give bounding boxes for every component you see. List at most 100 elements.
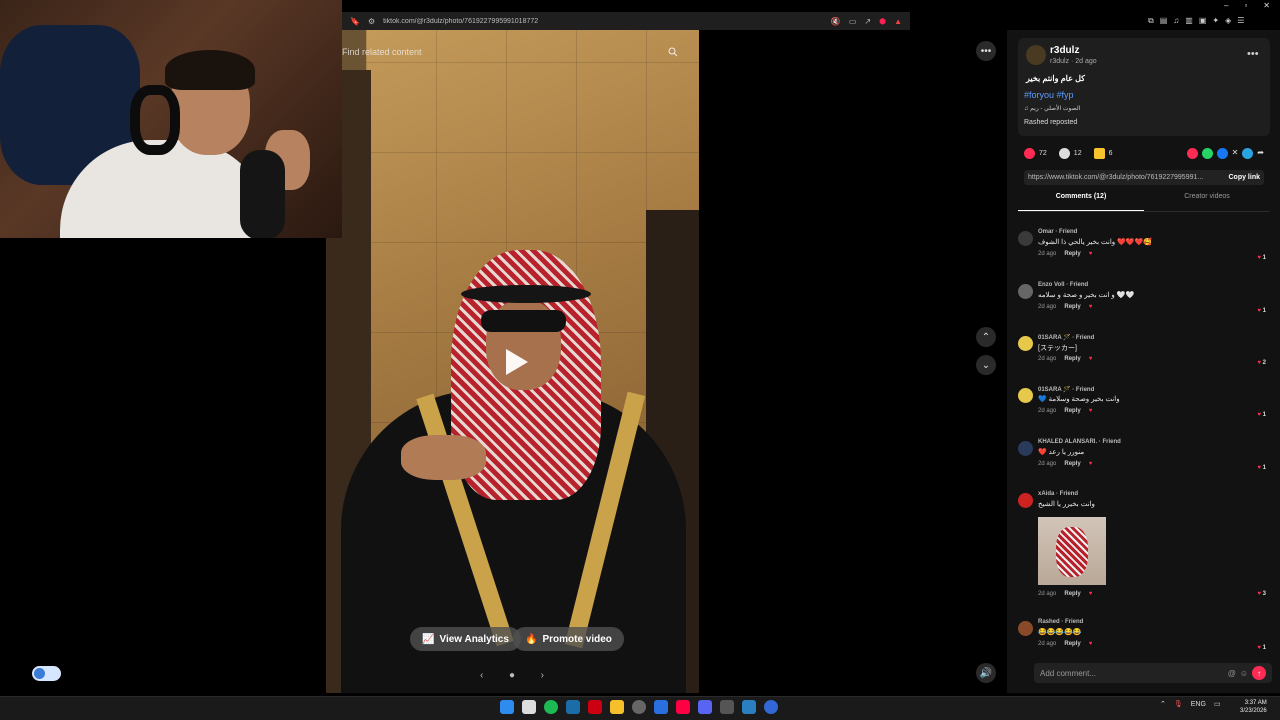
repost-icon[interactable]	[1186, 147, 1198, 159]
windows-start-icon[interactable]	[500, 700, 514, 714]
clock[interactable]: 3:37 AM 3/23/2026	[1240, 699, 1267, 715]
facebook-icon[interactable]	[1216, 147, 1228, 159]
calculator-icon[interactable]	[720, 700, 734, 714]
comment-like-button[interactable]: ♥	[1089, 641, 1093, 647]
previous-video-button[interactable]: ⌃	[976, 327, 996, 347]
tab-creator-videos[interactable]: Creator videos	[1144, 193, 1270, 211]
comment-likes[interactable]: ♥ 2	[1257, 360, 1266, 366]
post-link[interactable]: https://www.tiktok.com/@r3dulz/photo/761…	[1028, 174, 1203, 181]
comment-likes[interactable]: ♥ 3	[1257, 591, 1266, 597]
comment-like-button[interactable]: ♥	[1089, 461, 1093, 467]
comment-like-button[interactable]: ♥	[1089, 251, 1093, 257]
reply-button[interactable]: Reply	[1064, 304, 1080, 310]
vpn-icon[interactable]: ◈	[1225, 16, 1231, 26]
comment-like-button[interactable]: ♥	[1089, 356, 1093, 362]
reply-button[interactable]: Reply	[1064, 591, 1080, 597]
commenter-name[interactable]: KHALED ALANSARI. · Friend	[1038, 439, 1121, 445]
commenter-name[interactable]: Enzo Voll · Friend	[1038, 282, 1088, 288]
comment-input[interactable]: Add comment...	[1040, 669, 1224, 678]
next-photo-icon[interactable]: ›	[541, 670, 544, 681]
bookmark-icon[interactable]: 🔖	[350, 17, 360, 26]
brave-icon[interactable]	[676, 700, 690, 714]
close-icon[interactable]: ✕	[1263, 1, 1270, 10]
commenter-name[interactable]: xAida · Friend	[1038, 491, 1078, 497]
sparkle-icon[interactable]: ✦	[1212, 16, 1219, 26]
panel-icon[interactable]: ▥	[1185, 16, 1193, 26]
commenter-name[interactable]: Omar · Friend	[1038, 229, 1077, 235]
comment-likes[interactable]: ♥ 1	[1257, 255, 1266, 261]
post-sound[interactable]: ♫ الصوت الأصلي - ريم	[1024, 105, 1080, 112]
rewards-icon[interactable]: ▲	[894, 17, 902, 26]
send-icon[interactable]: ↑	[1252, 666, 1266, 680]
tab-comments[interactable]: Comments (12)	[1018, 193, 1144, 211]
play-icon[interactable]	[500, 347, 530, 377]
extension-icon[interactable]: ⧉	[1148, 16, 1154, 26]
commenter-avatar[interactable]	[1018, 388, 1033, 403]
language-indicator[interactable]: ENG	[1191, 701, 1206, 708]
view-analytics-button[interactable]: 📈 View Analytics	[410, 627, 521, 651]
comment-likes[interactable]: ♥ 1	[1257, 645, 1266, 651]
related-search[interactable]: Find related content	[342, 44, 686, 60]
search-icon[interactable]	[668, 47, 678, 57]
comment-input-bar[interactable]: Add comment... @ ☺ ↑	[1034, 663, 1272, 683]
whatsapp-icon[interactable]	[1201, 147, 1213, 159]
chevron-up-icon[interactable]: ⌃	[1160, 700, 1166, 708]
commenter-name[interactable]: 01SARA 🪄 · Friend	[1038, 334, 1094, 341]
comment-like-button[interactable]: ♥	[1089, 408, 1093, 414]
share-icon[interactable]: ↗	[864, 17, 871, 26]
next-video-button[interactable]: ⌄	[976, 355, 996, 375]
chrome-icon[interactable]	[764, 700, 778, 714]
commenter-avatar[interactable]	[1018, 231, 1033, 246]
comment-likes[interactable]: ♥ 1	[1257, 465, 1266, 471]
steam-icon[interactable]	[566, 700, 580, 714]
commenter-avatar[interactable]	[1018, 284, 1033, 299]
reply-button[interactable]: Reply	[1064, 408, 1080, 414]
cast-icon[interactable]: ▭	[849, 17, 857, 26]
folder-icon[interactable]	[610, 700, 624, 714]
save-button[interactable]: 6	[1093, 147, 1113, 159]
commenter-name[interactable]: Rashed · Friend	[1038, 619, 1083, 625]
comment-image[interactable]	[1038, 517, 1106, 585]
comment-likes[interactable]: ♥ 1	[1257, 412, 1266, 418]
copy-link-button[interactable]: Copy link	[1228, 174, 1260, 181]
url-field[interactable]: tiktok.com/@r3dulz/photo/761922799599101…	[383, 18, 823, 25]
forward-icon[interactable]: ➦	[1257, 148, 1264, 159]
commenter-name[interactable]: 01SARA 🪄 · Friend	[1038, 386, 1094, 393]
prev-photo-icon[interactable]: ‹	[480, 670, 483, 681]
steam-alt-icon[interactable]	[742, 700, 756, 714]
app-blue-icon[interactable]	[654, 700, 668, 714]
post-hashtags[interactable]: #foryou #fyp	[1024, 90, 1074, 100]
github-icon[interactable]	[632, 700, 646, 714]
reply-button[interactable]: Reply	[1064, 461, 1080, 467]
wallet-icon[interactable]: ▣	[1199, 16, 1207, 26]
minimize-icon[interactable]: –	[1224, 1, 1228, 10]
commenter-avatar[interactable]	[1018, 336, 1033, 351]
overlay-toggle[interactable]	[32, 666, 61, 681]
sidebar-icon[interactable]: ▤	[1160, 16, 1168, 26]
comment-button[interactable]: 12	[1058, 147, 1082, 159]
menu-icon[interactable]: ☰	[1237, 16, 1244, 26]
mention-icon[interactable]: @	[1228, 669, 1236, 678]
discord-icon[interactable]	[698, 700, 712, 714]
like-button[interactable]: 72	[1024, 147, 1047, 159]
commenter-avatar[interactable]	[1018, 493, 1033, 508]
comment-like-button[interactable]: ♥	[1089, 591, 1093, 597]
comment-like-button[interactable]: ♥	[1089, 304, 1093, 310]
comment-likes[interactable]: ♥ 1	[1257, 308, 1266, 314]
author-name[interactable]: r3dulz	[1050, 45, 1079, 56]
commenter-avatar[interactable]	[1018, 441, 1033, 456]
post-more-icon[interactable]: •••	[1247, 48, 1259, 60]
mute-tab-icon[interactable]: 🔇	[831, 17, 841, 26]
music-icon[interactable]: ♫	[1173, 16, 1179, 26]
reply-button[interactable]: Reply	[1064, 641, 1080, 647]
calendar-icon[interactable]	[522, 700, 536, 714]
x-icon[interactable]: ✕	[1232, 148, 1239, 159]
more-options-button[interactable]: •••	[976, 41, 996, 61]
volume-button[interactable]: 🔊	[976, 663, 996, 683]
adobe-icon[interactable]	[588, 700, 602, 714]
brave-shield-icon[interactable]: ⬢	[879, 17, 886, 26]
reply-button[interactable]: Reply	[1064, 356, 1080, 362]
emoji-icon[interactable]: ☺	[1240, 669, 1248, 678]
author-avatar[interactable]	[1026, 45, 1046, 65]
reply-button[interactable]: Reply	[1064, 251, 1080, 257]
